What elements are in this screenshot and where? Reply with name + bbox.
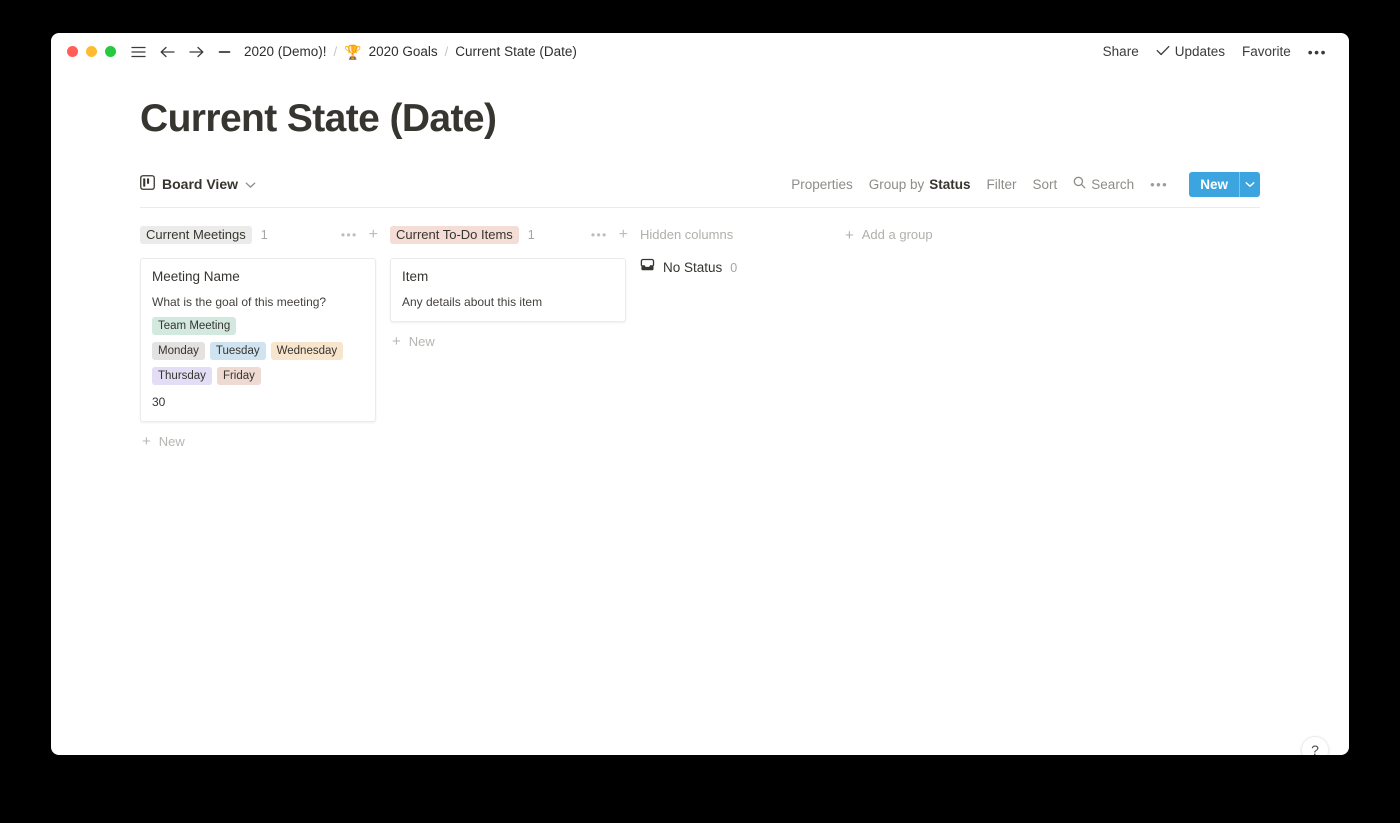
card-number: 30	[152, 395, 166, 409]
page-body: Current State (Date) Board View Properti…	[51, 97, 1349, 755]
new-button[interactable]: New	[1189, 171, 1260, 197]
more-options-icon[interactable]: •••	[1308, 45, 1327, 59]
page-title: Current State (Date)	[140, 97, 497, 140]
toolbar-divider	[140, 207, 1260, 208]
board-card[interactable]: Item Any details about this item	[390, 258, 626, 322]
inbox-icon	[640, 258, 655, 277]
search-icon	[1073, 176, 1086, 192]
close-window-button[interactable]	[67, 46, 78, 57]
tab-board-view[interactable]: Board View	[140, 175, 256, 193]
breadcrumb: 2020 (Demo)! / 🏆 2020 Goals / Current St…	[244, 44, 577, 59]
hidden-columns-section: Hidden columns No Status 0	[640, 225, 845, 277]
column-add-card-icon[interactable]: +	[619, 227, 628, 243]
title-bar-actions: Share Updates Favorite •••	[1103, 44, 1327, 59]
board-card[interactable]: Meeting Name What is the goal of this me…	[140, 258, 376, 422]
breadcrumb-item-workspace[interactable]: 2020 (Demo)!	[244, 44, 327, 59]
search-button[interactable]: Search	[1073, 176, 1134, 192]
help-button[interactable]: ?	[1301, 736, 1329, 755]
collapse-dash-icon[interactable]	[218, 46, 231, 58]
back-arrow-icon[interactable]	[160, 46, 175, 58]
chevron-down-icon[interactable]	[245, 176, 256, 192]
column-header: Current Meetings 1 ••• +	[140, 225, 390, 245]
card-tag: Friday	[216, 367, 261, 385]
new-card-label: New	[158, 434, 185, 449]
card-tag: Team Meeting	[152, 317, 237, 335]
column-actions: ••• +	[341, 227, 378, 243]
board-container: Current Meetings 1 ••• + Meeting Name Wh…	[51, 225, 1349, 449]
view-toolbar: Board View Properties Group by Status Fi…	[51, 170, 1349, 198]
card-tag: Wednesday	[270, 342, 344, 360]
board-column-current-meetings: Current Meetings 1 ••• + Meeting Name Wh…	[140, 225, 390, 449]
board-column-current-todo-items: Current To-Do Items 1 ••• + Item Any det…	[390, 225, 640, 349]
new-button-label: New	[1200, 176, 1228, 192]
board-view-icon	[140, 175, 155, 193]
hidden-group-count: 0	[730, 260, 738, 275]
column-title-pill[interactable]: Current Meetings	[140, 226, 252, 244]
new-button-dropdown[interactable]	[1239, 171, 1260, 197]
card-tag: Thursday	[152, 367, 212, 385]
app-window: 2020 (Demo)! / 🏆 2020 Goals / Current St…	[51, 33, 1349, 755]
add-group-label: Add a group	[861, 227, 933, 242]
group-by-value: Status	[929, 176, 971, 192]
favorite-button[interactable]: Favorite	[1242, 44, 1291, 59]
card-title: Item	[402, 269, 429, 284]
column-count: 1	[260, 228, 268, 242]
column-new-card-button[interactable]: + New	[140, 434, 390, 449]
breadcrumb-separator: /	[444, 44, 449, 59]
card-tag-row: Team Meeting	[152, 317, 364, 335]
breadcrumb-item-goals[interactable]: 2020 Goals	[369, 44, 438, 59]
column-menu-icon[interactable]: •••	[591, 229, 608, 241]
search-label: Search	[1091, 176, 1135, 192]
new-card-label: New	[408, 334, 435, 349]
plus-icon: +	[142, 433, 151, 450]
updates-label: Updates	[1174, 44, 1225, 59]
column-add-card-icon[interactable]: +	[369, 227, 378, 243]
breadcrumb-separator: /	[333, 44, 338, 59]
plus-icon: +	[845, 226, 854, 244]
column-menu-icon[interactable]: •••	[341, 229, 358, 241]
properties-button[interactable]: Properties	[791, 177, 853, 192]
hidden-columns-title: Hidden columns	[640, 227, 734, 242]
card-description: Any details about this item	[402, 295, 543, 309]
traffic-lights	[67, 46, 116, 57]
column-title-pill[interactable]: Current To-Do Items	[390, 226, 519, 244]
updates-button[interactable]: Updates	[1156, 44, 1225, 59]
hidden-group-no-status[interactable]: No Status 0	[640, 258, 845, 277]
title-bar: 2020 (Demo)! / 🏆 2020 Goals / Current St…	[51, 33, 1349, 70]
check-icon	[1156, 44, 1170, 59]
filter-button[interactable]: Filter	[987, 177, 1017, 192]
plus-icon: +	[392, 333, 401, 350]
column-header: Current To-Do Items 1 ••• +	[390, 225, 640, 245]
card-title: Meeting Name	[152, 269, 240, 284]
forward-arrow-icon[interactable]	[189, 46, 204, 58]
card-tag: Monday	[152, 342, 205, 360]
column-actions: ••• +	[591, 227, 628, 243]
trophy-icon: 🏆	[344, 43, 362, 60]
sidebar-toggle-icon[interactable]	[131, 46, 146, 58]
column-new-card-button[interactable]: + New	[390, 334, 640, 349]
view-toolbar-actions: Properties Group by Status Filter Sort S…	[791, 171, 1260, 197]
share-button[interactable]: Share	[1103, 44, 1139, 59]
sort-button[interactable]: Sort	[1033, 177, 1058, 192]
view-more-options-icon[interactable]: •••	[1150, 178, 1168, 191]
navigation-icons	[131, 46, 231, 58]
hidden-group-label: No Status	[663, 260, 723, 275]
card-tag: Tuesday	[209, 342, 266, 360]
view-name-label: Board View	[162, 176, 238, 192]
column-count: 1	[527, 228, 535, 242]
minimize-window-button[interactable]	[86, 46, 97, 57]
group-by-prefix: Group by	[868, 176, 925, 192]
card-description: What is the goal of this meeting?	[152, 295, 327, 309]
breadcrumb-item-current[interactable]: Current State (Date)	[455, 44, 577, 59]
card-tag-row: Thursday Friday	[152, 367, 364, 385]
add-group-button[interactable]: + Add a group	[845, 225, 933, 245]
maximize-window-button[interactable]	[105, 46, 116, 57]
group-by-button[interactable]: Group by Status	[869, 177, 971, 192]
card-tag-row: Monday Tuesday Wednesday	[152, 342, 364, 360]
